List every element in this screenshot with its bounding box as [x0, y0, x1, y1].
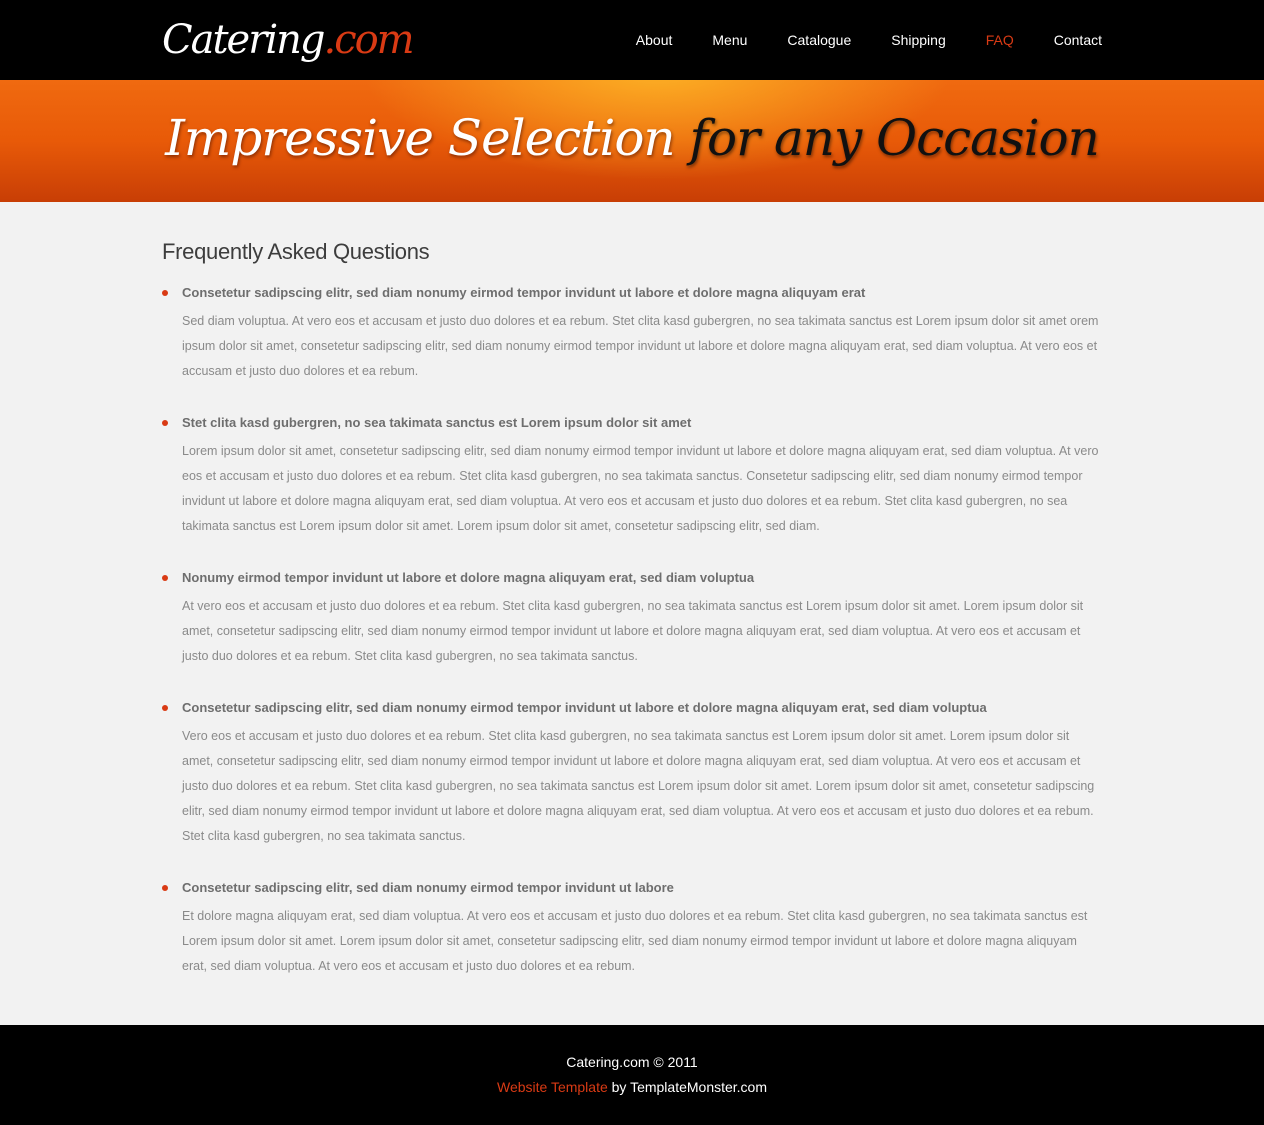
faq-question: Consetetur sadipscing elitr, sed diam no…: [162, 282, 1102, 304]
banner-slogan: Impressive Selection for any Occasion: [0, 108, 1264, 168]
footer: Catering.com © 2011 Website Template by …: [0, 1025, 1264, 1125]
faq-question: Nonumy eirmod tempor invidunt ut labore …: [162, 567, 1102, 589]
hero-banner: Impressive Selection for any Occasion: [0, 80, 1264, 202]
faq-answer: Vero eos et accusam et justo duo dolores…: [182, 729, 1095, 843]
faq-question-text: Nonumy eirmod tempor invidunt ut labore …: [182, 570, 755, 585]
nav-menu[interactable]: Menu: [712, 30, 747, 50]
faq-question-text: Consetetur sadipscing elitr, sed diam no…: [182, 880, 674, 895]
nav-shipping[interactable]: Shipping: [891, 30, 946, 50]
website-template-link[interactable]: Website Template: [497, 1079, 608, 1095]
slogan-light: Impressive Selection: [165, 109, 676, 167]
page-title: Frequently Asked Questions: [162, 239, 430, 264]
slogan-dark: for any Occasion: [689, 109, 1100, 167]
bullet-icon: [162, 420, 168, 426]
logo-main: Catering: [162, 17, 325, 63]
nav-faq[interactable]: FAQ: [986, 30, 1014, 50]
main-content: Frequently Asked Questions Consetetur sa…: [162, 202, 1102, 1025]
bullet-icon: [162, 575, 168, 581]
faq-item: Nonumy eirmod tempor invidunt ut labore …: [162, 567, 1102, 669]
main-nav: About Menu Catalogue Shipping FAQ Contac…: [596, 0, 1102, 80]
nav-about[interactable]: About: [636, 30, 673, 50]
bullet-icon: [162, 885, 168, 891]
faq-question: Consetetur sadipscing elitr, sed diam no…: [162, 877, 1102, 899]
faq-item: Consetetur sadipscing elitr, sed diam no…: [162, 877, 1102, 979]
logo-suffix: .com: [323, 17, 414, 63]
footer-credits: Website Template by TemplateMonster.com: [0, 1075, 1264, 1100]
faq-question: Consetetur sadipscing elitr, sed diam no…: [162, 697, 1102, 719]
faq-answer: Et dolore magna aliquyam erat, sed diam …: [182, 909, 1088, 973]
faq-item: Consetetur sadipscing elitr, sed diam no…: [162, 697, 1102, 849]
faq-item: Stet clita kasd gubergren, no sea takima…: [162, 412, 1102, 539]
header: Catering.com About Menu Catalogue Shippi…: [0, 0, 1264, 80]
footer-copyright: Catering.com © 2011: [566, 1054, 698, 1070]
faq-question-text: Stet clita kasd gubergren, no sea takima…: [182, 415, 692, 430]
faq-question-text: Consetetur sadipscing elitr, sed diam no…: [182, 700, 987, 715]
faq-answer: Sed diam voluptua. At vero eos et accusa…: [182, 314, 1099, 378]
site-logo[interactable]: Catering.com: [162, 14, 415, 66]
nav-contact[interactable]: Contact: [1054, 30, 1102, 50]
faq-answer: Lorem ipsum dolor sit amet, consetetur s…: [182, 444, 1099, 533]
bullet-icon: [162, 290, 168, 296]
faq-question-text: Consetetur sadipscing elitr, sed diam no…: [182, 285, 866, 300]
footer-by-text: by TemplateMonster.com: [611, 1079, 768, 1095]
bullet-icon: [162, 705, 168, 711]
faq-answer: At vero eos et accusam et justo duo dolo…: [182, 599, 1084, 663]
faq-question: Stet clita kasd gubergren, no sea takima…: [162, 412, 1102, 434]
faq-item: Consetetur sadipscing elitr, sed diam no…: [162, 282, 1102, 384]
nav-catalogue[interactable]: Catalogue: [787, 30, 851, 50]
